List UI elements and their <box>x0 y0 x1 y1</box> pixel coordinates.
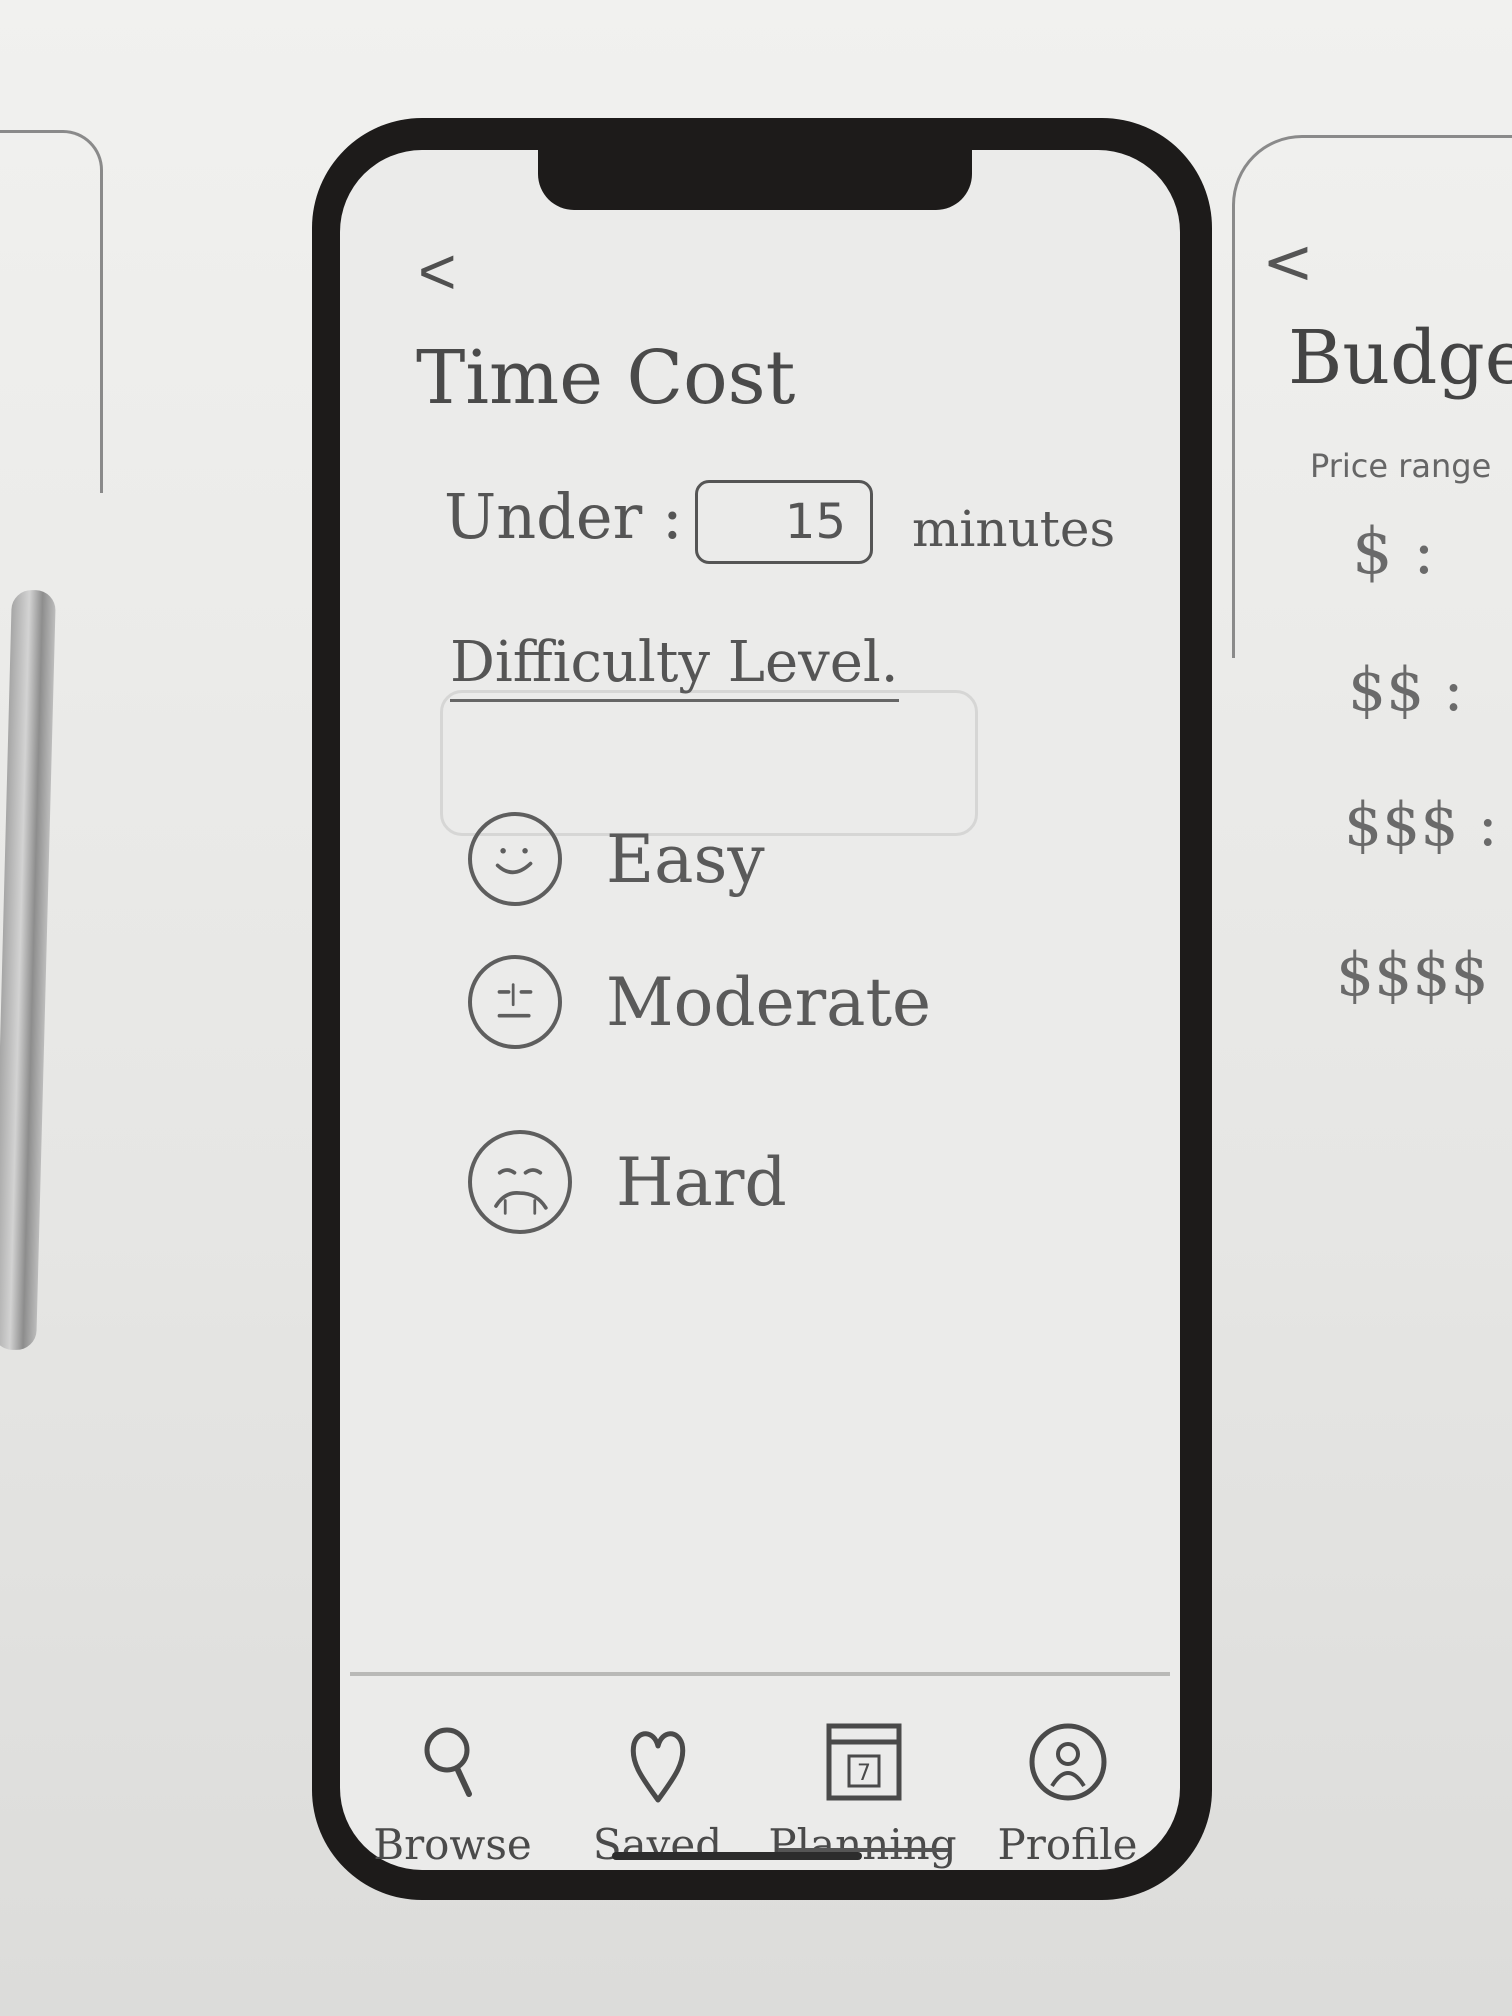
tab-label: Browse <box>373 1820 532 1869</box>
profile-icon <box>1029 1723 1106 1801</box>
tab-browse[interactable]: Browse <box>363 1716 543 1872</box>
difficulty-option-label: Easy <box>606 820 765 898</box>
difficulty-option-label: Moderate <box>606 963 932 1041</box>
difficulty-option-label: Hard <box>616 1143 787 1221</box>
phone-notch <box>538 150 972 210</box>
tab-label: Planning <box>768 1820 957 1869</box>
tab-saved[interactable]: Saved <box>568 1716 748 1872</box>
page-title: Time Cost <box>416 335 796 421</box>
tab-profile[interactable]: Profile <box>978 1716 1158 1872</box>
time-filter-label: Under : <box>444 480 683 553</box>
difficulty-option-hard[interactable]: Hard <box>468 1130 787 1234</box>
search-icon <box>424 1727 472 1797</box>
minutes-input[interactable] <box>695 480 873 564</box>
calendar-badge: 7 <box>857 1761 871 1786</box>
adjacent-screen-subtitle: Price range <box>1310 447 1492 485</box>
back-button[interactable]: < <box>418 238 457 304</box>
price-level-1: $ : <box>1352 515 1435 589</box>
calendar-icon: 7 <box>826 1723 901 1801</box>
tab-label: Saved <box>592 1820 723 1869</box>
happy-face-icon <box>468 812 562 906</box>
difficulty-option-moderate[interactable]: Moderate <box>468 955 931 1049</box>
heart-icon <box>630 1731 685 1803</box>
adjacent-screen-left-outline <box>0 130 103 493</box>
price-level-3: $$$ : <box>1344 790 1498 860</box>
price-level-2: $$ : <box>1348 655 1464 725</box>
neutral-face-icon <box>468 955 562 1049</box>
sad-face-icon <box>468 1130 572 1234</box>
adjacent-screen-title: Budget <box>1288 315 1512 401</box>
difficulty-option-easy[interactable]: Easy <box>468 812 765 906</box>
tab-label: Profile <box>997 1820 1138 1869</box>
adjacent-back-icon: < <box>1262 225 1314 298</box>
home-indicator <box>612 1852 862 1860</box>
bottom-tab-bar: Browse Saved 7 Planning Profile <box>350 1672 1170 1872</box>
time-filter-unit: minutes <box>912 500 1116 558</box>
price-level-4: $$$$ : <box>1336 940 1512 1010</box>
active-tab-underline <box>778 1848 948 1852</box>
